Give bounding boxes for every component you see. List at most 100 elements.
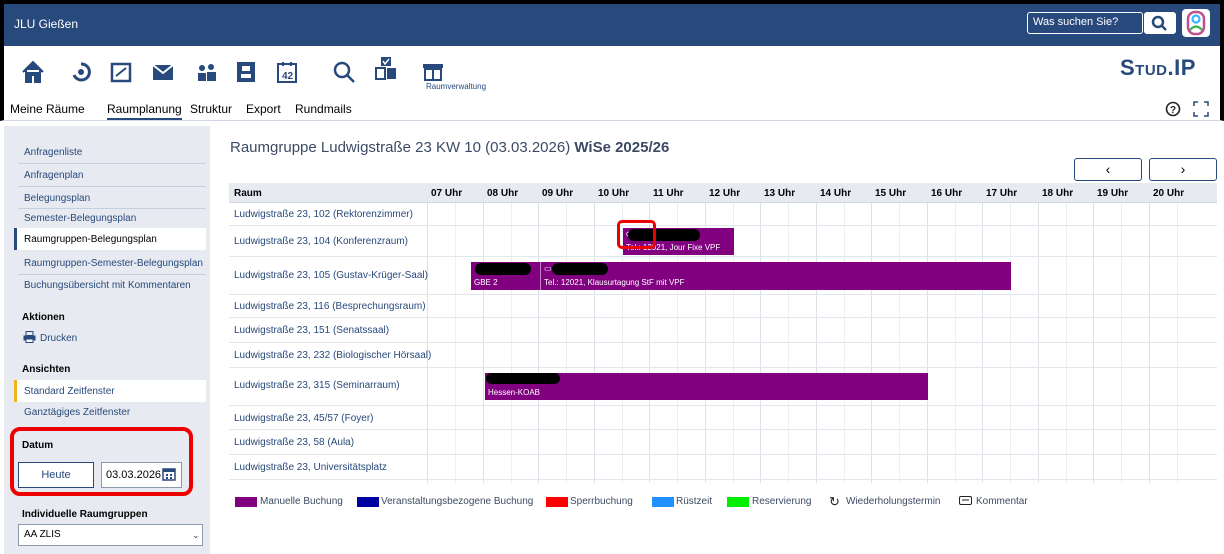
sidebar-action-drucken[interactable]: Drucken — [40, 333, 77, 344]
search-button[interactable] — [1144, 12, 1176, 34]
today-button[interactable]: Heute — [18, 462, 94, 488]
tab-rundmails[interactable]: Rundmails — [295, 102, 352, 116]
legend-swatch-sperr — [546, 497, 568, 507]
raumgruppen-select[interactable]: AA ZLIS — [18, 524, 203, 546]
legend-swatch-ruestzeit — [652, 497, 674, 507]
legend-label: Kommentar — [976, 496, 1028, 507]
table-row: Ludwigstraße 23, 116 (Besprechungsraum) — [229, 295, 1217, 318]
hour-header: 18 Uhr — [1042, 188, 1074, 199]
profile-icon[interactable] — [233, 59, 259, 87]
sidebar-view-ganztaegig[interactable]: Ganztägiges Zeitfenster — [24, 407, 130, 418]
admin-icon[interactable] — [420, 59, 446, 87]
sidebar-item-belegungsplan[interactable]: Belegungsplan — [24, 193, 90, 204]
repeat-icon: ↻ — [829, 494, 840, 509]
table-row: Ludwigstraße 23, Universitätsplatz — [229, 455, 1217, 480]
calendar-picker-icon[interactable] — [162, 467, 176, 481]
hour-header: 08 Uhr — [487, 188, 519, 199]
activity-icon[interactable] — [68, 59, 94, 87]
user-avatar-icon — [1186, 10, 1206, 36]
room-link[interactable]: Ludwigstraße 23, 315 (Seminarraum) — [234, 380, 400, 391]
sidebar-item-buchungsuebersicht[interactable]: Buchungsübersicht mit Kommentaren — [24, 280, 191, 291]
sidebar-item-anfragenliste[interactable]: Anfragenliste — [24, 147, 82, 158]
table-row: Ludwigstraße 23, 58 (Aula) — [229, 430, 1217, 455]
booking-label: Tel.: 12021, Klausurtagung StF mit VPF — [544, 278, 685, 287]
hour-header: 10 Uhr — [598, 188, 630, 199]
hour-header: 14 Uhr — [820, 188, 852, 199]
sidebar-heading-datum: Datum — [22, 440, 54, 451]
tab-meine-raeume[interactable]: Meine Räume — [10, 102, 85, 116]
search-nav-icon[interactable] — [331, 59, 357, 87]
icon-highlight-annotation — [617, 220, 656, 249]
sidebar-heading-raumgruppen: Individuelle Raumgruppen — [22, 509, 148, 520]
sidebar-view-standard[interactable]: Standard Zeitfenster — [24, 386, 115, 397]
hour-header: 19 Uhr — [1097, 188, 1129, 199]
sidebar-heading-ansichten: Ansichten — [22, 364, 71, 375]
print-icon[interactable] — [23, 331, 36, 343]
hour-header: 07 Uhr — [431, 188, 463, 199]
sidebar-divider — [18, 186, 206, 187]
chevron-down-icon: ⌄ — [192, 530, 200, 540]
redaction-mark — [486, 373, 560, 384]
calendar-icon[interactable]: 42 — [274, 59, 300, 87]
page-title-text: Raumgruppe Ludwigstraße 23 KW 10 (03.03.… — [230, 139, 575, 156]
room-link[interactable]: Ludwigstraße 23, 102 (Rektorenzimmer) — [234, 209, 413, 220]
brand-title[interactable]: JLU Gießen — [14, 17, 78, 31]
room-link[interactable]: Ludwigstraße 23, 58 (Aula) — [234, 437, 354, 448]
comment-icon — [959, 496, 972, 505]
table-row: Ludwigstraße 23, 45/57 (Foyer) — [229, 406, 1217, 430]
tab-export[interactable]: Export — [246, 102, 281, 116]
avatar-button[interactable] — [1182, 9, 1210, 37]
room-link[interactable]: Ludwigstraße 23, 116 (Besprechungsraum) — [234, 301, 426, 312]
hour-header: 13 Uhr — [764, 188, 796, 199]
help-icon[interactable]: ? — [1165, 101, 1181, 117]
booking-label: GBE 2 — [474, 278, 498, 287]
sidebar-divider — [18, 163, 206, 164]
comment-icon: ▭ — [544, 264, 552, 273]
hour-header: 11 Uhr — [653, 188, 684, 199]
legend-label: Wiederholungstermin — [846, 496, 941, 507]
room-management-icon[interactable] — [373, 55, 399, 83]
legend-label: Manuelle Buchung — [260, 496, 343, 507]
tab-raumplanung[interactable]: Raumplanung — [107, 102, 182, 120]
redaction-mark — [475, 263, 531, 275]
svg-text:?: ? — [1170, 105, 1176, 116]
legend-label: Rüstzeit — [676, 496, 713, 507]
room-link[interactable]: Ludwigstraße 23, 151 (Senatssaal) — [234, 325, 389, 336]
tab-struktur[interactable]: Struktur — [190, 102, 232, 116]
community-icon[interactable] — [194, 59, 220, 87]
legend-swatch-reservierung — [727, 497, 749, 507]
hour-header: 09 Uhr — [542, 188, 574, 199]
search-icon — [1151, 15, 1167, 31]
page-title: Raumgruppe Ludwigstraße 23 KW 10 (03.03.… — [230, 139, 669, 156]
legend-label: Veranstaltungsbezogene Buchung — [381, 496, 534, 507]
room-link[interactable]: Ludwigstraße 23, Universitätsplatz — [234, 462, 387, 473]
previous-week-button[interactable]: ‹ — [1074, 158, 1142, 181]
next-week-button[interactable]: › — [1149, 158, 1217, 181]
search-input[interactable]: Was suchen Sie? — [1027, 12, 1143, 34]
hour-header: 16 Uhr — [931, 188, 963, 199]
hour-header: 12 Uhr — [709, 188, 741, 199]
booking-klausurtagung[interactable]: ▭ Tel.: 12021, Klausurtagung StF mit VPF — [540, 262, 1011, 290]
room-link[interactable]: Ludwigstraße 23, 105 (Gustav-Krüger-Saal… — [234, 270, 428, 281]
hour-header: 15 Uhr — [875, 188, 907, 199]
courses-icon[interactable] — [108, 59, 134, 87]
room-link[interactable]: Ludwigstraße 23, 232 (Biologischer Hörsa… — [234, 350, 431, 361]
sidebar-item-raumgruppen-semester-belegungsplan[interactable]: Raumgruppen-Semester-Belegungsplan — [24, 258, 203, 269]
sidebar-item-anfragenplan[interactable]: Anfragenplan — [24, 170, 84, 181]
hour-header: 20 Uhr — [1153, 188, 1185, 199]
svg-text:42: 42 — [282, 71, 294, 82]
sidebar-divider — [18, 274, 206, 275]
sidebar-divider — [18, 208, 206, 209]
hour-header: 17 Uhr — [986, 188, 1018, 199]
room-link[interactable]: Ludwigstraße 23, 45/57 (Foyer) — [234, 413, 374, 424]
sidebar-item-raumgruppen-belegungsplan[interactable]: Raumgruppen-Belegungsplan — [24, 234, 157, 245]
sidebar-item-semester-belegungsplan[interactable]: Semester-Belegungsplan — [24, 213, 136, 224]
table-row: Ludwigstraße 23, 102 (Rektorenzimmer) — [229, 203, 1217, 226]
column-header-raum: Raum — [234, 188, 262, 199]
home-icon[interactable] — [20, 59, 46, 87]
studip-logo[interactable]: Stud.IP — [1120, 55, 1196, 81]
fullscreen-icon[interactable] — [1193, 101, 1209, 117]
icon-nav-bar — [0, 46, 1224, 96]
mail-icon[interactable] — [150, 59, 176, 87]
room-link[interactable]: Ludwigstraße 23, 104 (Konferenzraum) — [234, 236, 408, 247]
